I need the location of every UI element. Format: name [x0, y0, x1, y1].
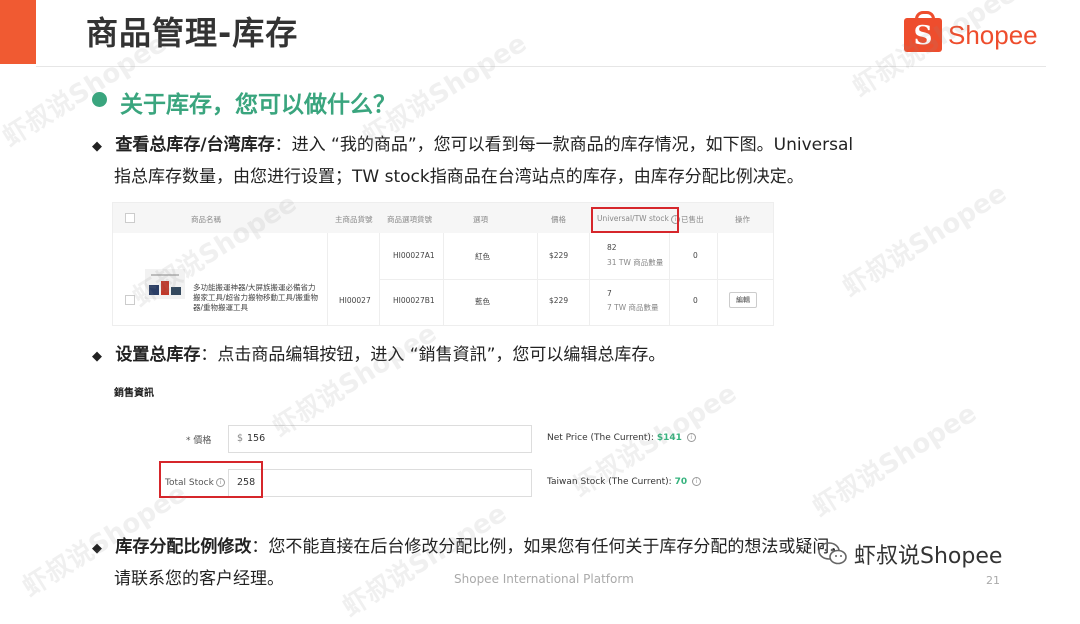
watermark: 虾叔说Shopee [807, 398, 983, 523]
col-parent-sku: 主商品貨號 [335, 215, 373, 224]
section-view-stock: ◆ 查看总库存/台湾库存：进入 “我的商品”，您可以看到每一款商品的库存情况，如… [92, 130, 992, 193]
col-sold: 已售出 [681, 215, 704, 224]
sold-count: 0 [693, 296, 698, 305]
section-view-stock-text-1: ：进入 “我的商品”，您可以看到每一款商品的库存情况，如下图。Universal [274, 135, 854, 155]
select-all-checkbox[interactable] [125, 213, 135, 223]
universal-stock: 7 [607, 289, 612, 298]
section-allocation-text-2: 请联系您的客户经理。 [114, 569, 284, 589]
total-stock-input[interactable]: 258 [228, 469, 532, 497]
section-allocation-text-1: ：您不能直接在后台修改分配比例，如果您有任何关于库存分配的想法或疑问， [251, 537, 847, 557]
sold-count: 0 [693, 251, 698, 260]
col-option: 選項 [473, 215, 488, 224]
diamond-bullet-icon: ◆ [92, 139, 102, 154]
wechat-icon [818, 542, 847, 565]
col-action: 操作 [735, 215, 750, 224]
variation-sku: HI00027A1 [393, 251, 435, 260]
section-set-stock: ◆ 设置总库存：点击商品编辑按钮，进入 “銷售資訊”，您可以编辑总库存。 [92, 340, 992, 372]
section-view-stock-text-2: 指总库存数量，由您进行设置；TW stock指商品在台湾站点的库存，由库存分配比… [114, 167, 804, 187]
price-input[interactable]: $ 156 [228, 425, 532, 453]
footer-platform: Shopee International Platform [454, 572, 634, 586]
variation-option: 藍色 [475, 297, 490, 306]
edit-button[interactable]: 編輯 [729, 292, 757, 308]
price-value: 156 [247, 433, 266, 444]
wechat-label: 虾叔说Shopee [854, 544, 1003, 569]
variation-price: $229 [549, 251, 569, 260]
variation-price: $229 [549, 296, 569, 305]
variation-sku: HI00027B1 [393, 296, 435, 305]
tw-stock: 31 TW 商品數量 [607, 258, 664, 267]
parent-sku: HI00027 [339, 296, 371, 305]
diamond-bullet-icon: ◆ [92, 349, 102, 364]
price-label: * 價格 [186, 436, 212, 446]
page-number: 21 [986, 574, 1000, 587]
stock-column-highlight [591, 207, 679, 233]
col-price: 價格 [551, 215, 566, 224]
sales-info-heading: 銷售資訊 [114, 388, 154, 399]
product-name[interactable]: 多功能搬運神器/大屏族搬運必備省力搬家工具/超省力搬物移動工具/搬重物器/重物搬… [193, 283, 321, 313]
section-set-stock-title: 设置总库存 [115, 345, 201, 365]
question-heading: 关于库存，您可以做什么？ [120, 92, 396, 118]
universal-stock: 82 [607, 243, 617, 252]
info-icon: i [691, 477, 701, 486]
tw-stock: 7 TW 商品數量 [607, 303, 659, 312]
col-variation-sku: 商品選項貨號 [387, 215, 432, 224]
wechat-badge: 虾叔说Shopee [818, 538, 1002, 570]
variation-option: 紅色 [475, 252, 490, 261]
header-accent-bar [0, 0, 36, 64]
section-view-stock-title: 查看总库存/台湾库存 [115, 135, 275, 155]
